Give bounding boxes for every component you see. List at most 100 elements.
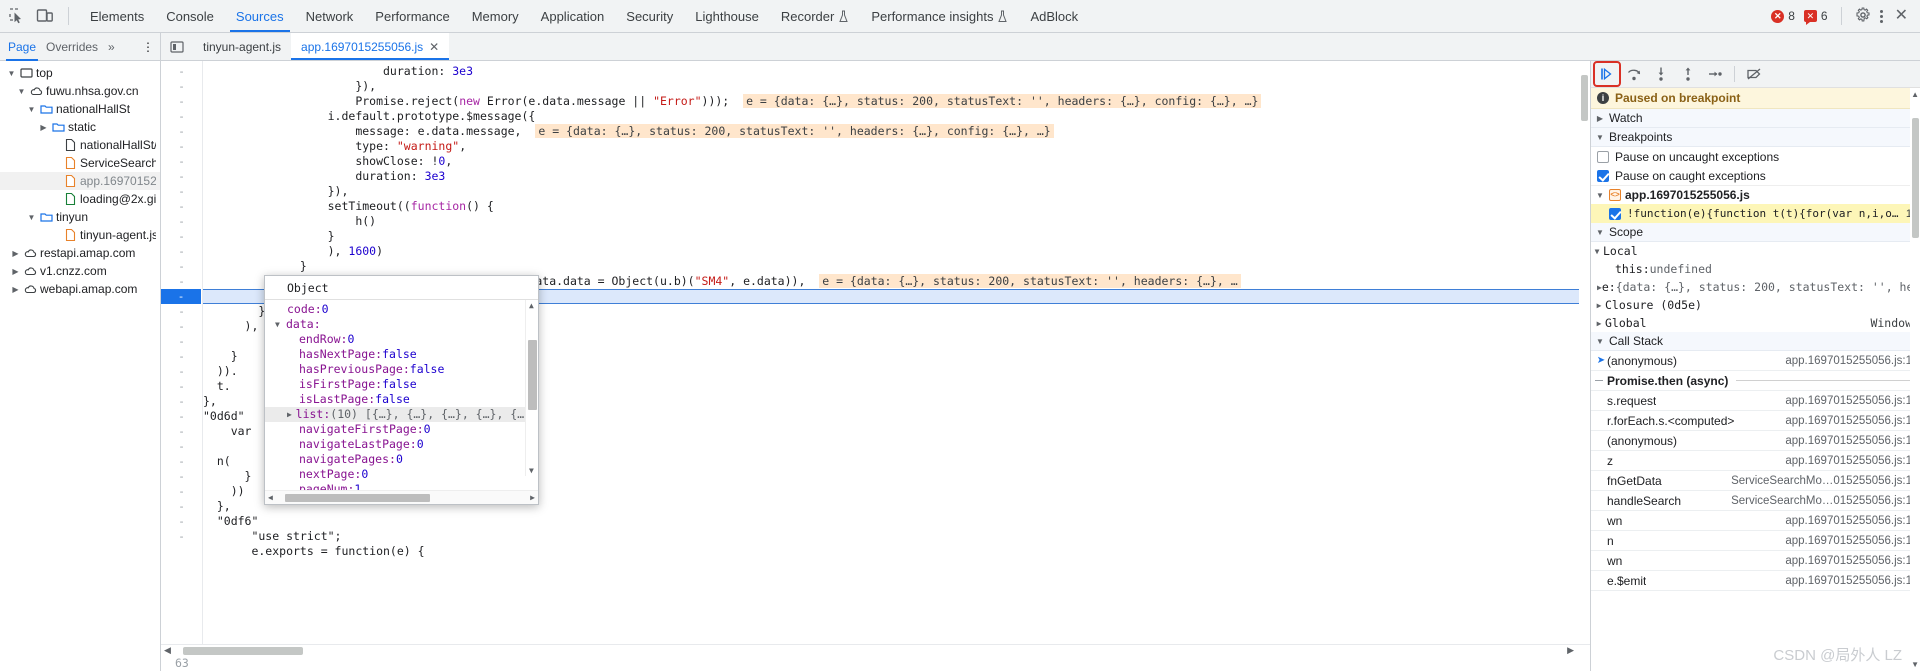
gutter-line[interactable]: - (161, 259, 202, 274)
chevron-right-icon[interactable]: ▶ (1593, 301, 1605, 310)
call-stack-frame[interactable]: e.$emit app.1697015255056.js:1 (1591, 571, 1920, 591)
scope-global[interactable]: ▶ Global Window (1591, 314, 1920, 332)
scroll-down-arrow-icon[interactable]: ▼ (1911, 660, 1919, 669)
tab-lighthouse[interactable]: Lighthouse (684, 0, 770, 32)
popover-horizontal-scrollbar[interactable]: ◀ ▶ (265, 490, 538, 504)
gutter-current-line-marker[interactable]: - (161, 289, 201, 304)
scrollbar-thumb[interactable] (183, 647, 303, 655)
twisty-icon[interactable]: ▶ (38, 123, 49, 132)
twisty-icon[interactable]: ▼ (26, 213, 37, 222)
close-tab-icon[interactable]: ✕ (429, 40, 439, 54)
gutter-line[interactable]: - (161, 79, 202, 94)
gutter-line[interactable]: - (161, 379, 202, 394)
popover-vertical-scrollbar[interactable]: ▲ ▼ (525, 300, 538, 476)
tab-security[interactable]: Security (615, 0, 684, 32)
object-property-row[interactable]: isFirstPage: false (265, 377, 538, 392)
tree-item-app-js[interactable]: app.16970152550 (0, 172, 160, 190)
scrollbar-thumb[interactable] (285, 494, 430, 502)
tree-item-servicesearchmod[interactable]: ServiceSearchMod (0, 154, 160, 172)
checkbox[interactable] (1597, 150, 1609, 163)
tab-elements[interactable]: Elements (79, 0, 155, 32)
gutter-line[interactable]: - (161, 139, 202, 154)
object-property-row[interactable]: nextPage: 0 (265, 467, 538, 482)
object-property-row[interactable]: isLastPage: false (265, 392, 538, 407)
twisty-icon[interactable]: ▼ (16, 87, 27, 96)
deactivate-breakpoints-button[interactable] (1742, 63, 1766, 85)
tab-adblock[interactable]: AdBlock (1019, 0, 1089, 32)
tree-item-loading-gif[interactable]: loading@2x.gif (0, 190, 160, 208)
step-into-next-function-call-button[interactable] (1649, 63, 1673, 85)
chevron-down-icon[interactable]: ▼ (1595, 337, 1605, 346)
scrollbar-thumb[interactable] (1581, 75, 1588, 121)
call-stack-frame[interactable]: s.request app.1697015255056.js:1 (1591, 391, 1920, 411)
call-stack-frame[interactable]: r.forEach.s.<computed> app.1697015255056.… (1591, 411, 1920, 431)
tree-item-v1-cnzz[interactable]: ▶ v1.cnzz.com (0, 262, 160, 280)
tree-item-tinyun-agent-js[interactable]: tinyun-agent.js (0, 226, 160, 244)
scope-variable-e[interactable]: ▶ e: {data: {…}, status: 200, statusText… (1591, 278, 1920, 296)
gutter-line[interactable]: - (161, 424, 202, 439)
twisty-icon[interactable]: ▶ (10, 285, 21, 294)
tab-network[interactable]: Network (295, 0, 365, 32)
scroll-right-arrow-icon[interactable]: ▶ (530, 493, 535, 502)
call-stack-frame[interactable]: wn app.1697015255056.js:1 (1591, 551, 1920, 571)
chevron-right-icon[interactable]: ▶ (287, 407, 296, 422)
step-out-of-current-function-button[interactable] (1676, 63, 1700, 85)
tab-performance-insights[interactable]: Performance insights (860, 0, 1019, 32)
tree-item-static-folder[interactable]: ▶ static (0, 118, 160, 136)
gutter-line[interactable]: - (161, 439, 202, 454)
call-stack-frame[interactable]: (anonymous) app.1697015255056.js:1 (1591, 431, 1920, 451)
gutter-line[interactable]: - (161, 469, 202, 484)
chevron-down-icon[interactable]: ▼ (1595, 228, 1605, 237)
gutter-line[interactable]: - (161, 529, 202, 544)
inspect-element-icon[interactable] (8, 7, 26, 25)
gutter-line[interactable]: - (161, 274, 202, 289)
chevron-down-icon[interactable]: ▼ (1595, 133, 1605, 142)
checkbox[interactable] (1597, 169, 1609, 182)
kebab-menu-icon[interactable] (1880, 8, 1884, 24)
close-icon[interactable]: ✕ (1893, 8, 1910, 24)
gutter-line[interactable]: - (161, 214, 202, 229)
navigator-kebab-menu-icon[interactable]: ⋮ (142, 40, 154, 54)
gutter-line[interactable]: - (161, 169, 202, 184)
scroll-left-arrow-icon[interactable]: ◀ (268, 493, 273, 502)
gutter-line[interactable]: - (161, 109, 202, 124)
scope-section-header[interactable]: ▼ Scope (1591, 223, 1920, 242)
breakpoint-file-group[interactable]: ▼ <> app.1697015255056.js (1591, 185, 1920, 204)
chevron-right-icon[interactable]: ▶ (1593, 319, 1605, 328)
call-stack-frame[interactable]: wn app.1697015255056.js:1 (1591, 511, 1920, 531)
tree-item-document[interactable]: nationalHallSt/ (0, 136, 160, 154)
gutter-line[interactable]: - (161, 199, 202, 214)
tab-application[interactable]: Application (530, 0, 616, 32)
gutter-line[interactable]: - (161, 514, 202, 529)
object-property-row[interactable]: navigateLastPage: 0 (265, 437, 538, 452)
tree-item-origin[interactable]: ▼ fuwu.nhsa.gov.cn (0, 82, 160, 100)
call-stack-frame[interactable]: z app.1697015255056.js:1 (1591, 451, 1920, 471)
device-toolbar-icon[interactable] (36, 7, 54, 25)
tree-item-tinyun-folder[interactable]: ▼ tinyun (0, 208, 160, 226)
tab-sources[interactable]: Sources (225, 0, 295, 32)
scroll-up-arrow-icon[interactable]: ▲ (1911, 90, 1919, 99)
gutter-line[interactable]: - (161, 154, 202, 169)
tree-item-restapi-amap[interactable]: ▶ restapi.amap.com (0, 244, 160, 262)
chevron-down-icon[interactable]: ▼ (1595, 191, 1605, 200)
gutter-line[interactable]: - (161, 244, 202, 259)
tree-item-nationalhallst-folder[interactable]: ▼ nationalHallSt (0, 100, 160, 118)
object-property-row[interactable]: code: 0 (265, 302, 538, 317)
object-property-row[interactable]: hasNextPage: false (265, 347, 538, 362)
scrollbar-thumb[interactable] (1912, 118, 1919, 238)
call-stack-frame[interactable]: handleSearch ServiceSearchMo…015255056.js… (1591, 491, 1920, 511)
gutter-line[interactable]: - (161, 94, 202, 109)
gutter-line[interactable]: - (161, 184, 202, 199)
error-badge[interactable]: ✕ 8 (1771, 9, 1795, 23)
gutter-line[interactable]: - (161, 394, 202, 409)
gutter-line[interactable]: - (161, 364, 202, 379)
editor-tab-app-js[interactable]: app.1697015255056.js ✕ (291, 33, 450, 60)
editor-tab-tinyun-agent[interactable]: tinyun-agent.js (193, 33, 291, 60)
twisty-icon[interactable]: ▼ (6, 69, 17, 78)
object-property-row[interactable]: pageNum: 1 (265, 482, 538, 490)
scroll-left-arrow-icon[interactable]: ◀ (164, 645, 171, 656)
breakpoints-section-header[interactable]: ▼ Breakpoints (1591, 128, 1920, 147)
gutter-line[interactable]: - (161, 64, 202, 79)
call-stack-section-header[interactable]: ▼ Call Stack (1591, 332, 1920, 351)
scroll-right-arrow-icon[interactable]: ▶ (1567, 645, 1574, 656)
